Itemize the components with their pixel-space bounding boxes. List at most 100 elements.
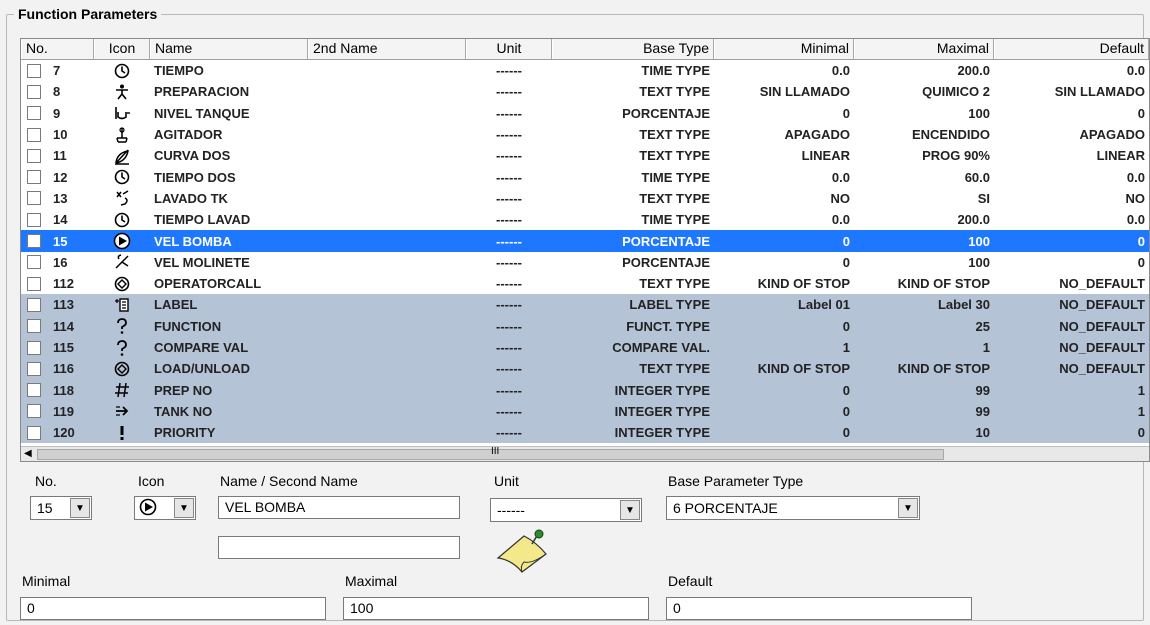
chevron-down-icon[interactable]: ▼ <box>174 498 194 518</box>
column-header-unit[interactable]: Unit <box>466 39 552 59</box>
default-label: Default <box>668 573 713 589</box>
row-checkbox[interactable] <box>27 319 41 334</box>
row-name: TIEMPO LAVAD <box>154 212 251 228</box>
column-header-no[interactable]: No. <box>21 39 94 59</box>
row-checkbox[interactable] <box>27 127 41 142</box>
column-header-icon[interactable]: Icon <box>94 39 150 59</box>
table-row[interactable]: 113 LABEL ------ LABEL TYPE Label 01 Label 30… <box>21 294 1149 316</box>
row-minimal: 0 <box>842 382 850 398</box>
table-row[interactable]: 12 TIEMPO DOS ------ TIME TYPE 0.0 60.0 0.0 <box>21 166 1149 187</box>
note-pin-icon[interactable] <box>494 528 554 574</box>
name-input[interactable]: VEL BOMBA <box>218 496 460 519</box>
row-checkbox[interactable] <box>27 106 41 121</box>
table-row[interactable]: 11 CURVA DOS ------ TEXT TYPE LINEAR PROG 90%… <box>21 145 1149 166</box>
row-checkbox[interactable] <box>27 255 41 270</box>
row-name: LABEL <box>154 297 198 313</box>
row-maximal: 25 <box>975 318 990 334</box>
row-name: LAVADO TK <box>154 190 228 206</box>
row-minimal: 1 <box>842 340 850 355</box>
table-row[interactable]: 16 VEL MOLINETE ------ PORCENTAJE 0 100 0 <box>21 252 1149 273</box>
row-name: FUNCTION <box>154 318 222 334</box>
table-row[interactable]: 14 TIEMPO LAVAD ------ TIME TYPE 0.0 200.0 0.0 <box>21 209 1149 230</box>
default-input[interactable]: 0 <box>666 597 972 620</box>
row-base-type: INTEGER TYPE <box>614 403 710 419</box>
row-checkbox[interactable] <box>27 212 41 227</box>
second-name-input[interactable] <box>218 536 460 559</box>
row-icon-cell <box>94 317 150 335</box>
row-minimal: LINEAR <box>801 148 850 164</box>
chevron-down-icon[interactable]: ▼ <box>898 498 918 518</box>
column-header-name[interactable]: Name <box>150 39 308 59</box>
row-default: NO_DEFAULT <box>1059 340 1145 355</box>
minimal-input[interactable]: 0 <box>20 597 326 620</box>
row-maximal: ENCENDIDO <box>911 127 990 143</box>
row-checkbox[interactable] <box>27 234 41 249</box>
row-icon-cell <box>94 126 150 144</box>
row-minimal: 0.0 <box>831 212 850 228</box>
row-number: 12 <box>53 169 68 185</box>
row-checkbox[interactable] <box>27 340 41 355</box>
row-unit: ------ <box>496 63 522 79</box>
table-row[interactable]: 15 VEL BOMBA ------ PORCENTAJE 0 100 0 <box>21 230 1149 252</box>
row-name: VEL BOMBA <box>154 233 232 249</box>
column-header-default[interactable]: Default <box>994 39 1149 59</box>
row-checkbox[interactable] <box>27 84 41 99</box>
no-select[interactable]: 15 ▼ <box>30 496 92 520</box>
icon-select[interactable]: ▼ <box>134 496 196 520</box>
row-default: LINEAR <box>1096 148 1145 164</box>
row-number: 11 <box>53 148 67 164</box>
row-number: 118 <box>53 382 74 398</box>
table-row[interactable]: 10 AGITADOR ------ TEXT TYPE APAGADO ENCENDID… <box>21 124 1149 145</box>
horizontal-scrollbar[interactable]: ◀ III <box>21 446 1149 461</box>
table-row[interactable]: 119 TANK NO ------ INTEGER TYPE 0 99 1 <box>21 400 1149 423</box>
base-type-select[interactable]: 6 PORCENTAJE ▼ <box>666 496 920 520</box>
chevron-down-icon[interactable]: ▼ <box>70 498 90 518</box>
row-default: 0 <box>1137 233 1145 249</box>
unit-label: Unit <box>494 473 519 489</box>
row-number-cell: 16 <box>21 255 94 270</box>
row-default: SIN LLAMADO <box>1054 84 1145 100</box>
table-row[interactable]: 7 TIEMPO ------ TIME TYPE 0.0 200.0 0.0 <box>21 60 1149 81</box>
row-minimal: SIN LLAMADO <box>759 84 850 100</box>
row-checkbox[interactable] <box>27 404 41 419</box>
table-row[interactable]: 115 COMPARE VAL ------ COMPARE VAL. 1 1 NO_DEF… <box>21 336 1149 359</box>
table-row[interactable]: 9 NIVEL TANQUE ------ PORCENTAJE 0 100 0 <box>21 103 1149 124</box>
column-header-2nd-name[interactable]: 2nd Name <box>308 39 466 59</box>
table-row[interactable]: 114 FUNCTION ------ FUNCT. TYPE 0 25 NO_DEFAUL… <box>21 315 1149 337</box>
row-maximal: 1 <box>982 340 990 355</box>
table-row[interactable]: 13 LAVADO TK ------ TEXT TYPE NO SI NO <box>21 188 1149 209</box>
row-checkbox[interactable] <box>27 276 41 291</box>
row-checkbox[interactable] <box>27 297 41 312</box>
column-header-base-type[interactable]: Base Type <box>552 39 714 59</box>
column-header-minimal[interactable]: Minimal <box>714 39 854 59</box>
maximal-input[interactable]: 100 <box>343 597 649 620</box>
table-row[interactable]: 120 PRIORITY ------ INTEGER TYPE 0 10 0 <box>21 422 1149 444</box>
pump-icon <box>139 498 157 515</box>
row-checkbox[interactable] <box>27 148 41 163</box>
row-checkbox[interactable] <box>27 361 41 376</box>
row-checkbox[interactable] <box>27 425 41 440</box>
hand-icon <box>114 361 130 377</box>
row-default: 0 <box>1137 105 1145 121</box>
column-header-maximal[interactable]: Maximal <box>854 39 994 59</box>
row-number-cell: 10 <box>21 127 94 142</box>
row-number-cell: 12 <box>21 170 94 185</box>
row-checkbox[interactable] <box>27 63 41 78</box>
table-row[interactable]: 118 PREP NO ------ INTEGER TYPE 0 99 1 <box>21 379 1149 401</box>
row-checkbox[interactable] <box>27 191 41 206</box>
table-body: 7 TIEMPO ------ TIME TYPE 0.0 200.0 0.0 8 PREPAR… <box>21 60 1149 444</box>
row-checkbox[interactable] <box>27 383 41 398</box>
row-number-cell: 119 <box>21 404 94 419</box>
row-checkbox[interactable] <box>27 170 41 185</box>
scroll-left-arrow-icon[interactable]: ◀ <box>24 448 32 459</box>
row-base-type: TEXT TYPE <box>639 276 710 292</box>
row-number-cell: 15 <box>21 234 94 249</box>
table-row[interactable]: 116 LOAD/UNLOAD ------ TEXT TYPE KIND OF STO… <box>21 358 1149 380</box>
unit-select[interactable]: ------ ▼ <box>490 498 642 522</box>
row-icon-cell <box>94 381 150 399</box>
agitator-icon <box>116 126 128 143</box>
chevron-down-icon[interactable]: ▼ <box>620 500 640 520</box>
table-row[interactable]: 112 OPERATORCALL ------ TEXT TYPE KIND OF ST… <box>21 273 1149 294</box>
table-row[interactable]: 8 PREPARACION ------ TEXT TYPE SIN LLAMADO QU… <box>21 81 1149 102</box>
row-name: NIVEL TANQUE <box>154 105 250 121</box>
